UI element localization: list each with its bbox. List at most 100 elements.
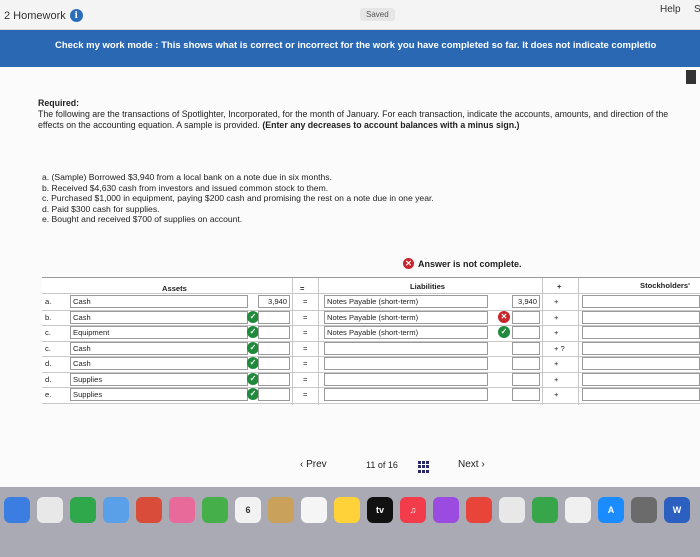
plus-sign: + [554, 374, 559, 384]
asset-amount-field[interactable] [258, 326, 290, 339]
header-equals: = [300, 284, 305, 293]
equals-sign: = [303, 328, 308, 337]
liability-account-field[interactable] [324, 341, 488, 355]
row-letter: b. [45, 312, 52, 322]
asset-account-field[interactable]: Equipment [70, 326, 248, 339]
asset-amount-field[interactable] [258, 310, 290, 324]
asset-account-field[interactable]: Supplies [70, 388, 248, 401]
asset-account-field[interactable]: Cash [70, 357, 248, 370]
equity-account-field[interactable] [582, 310, 700, 324]
app-icon-19[interactable]: A [598, 497, 624, 523]
liability-account-field[interactable]: Notes Payable (short-term) [324, 295, 488, 308]
page-indicator: 11 of 16 [366, 460, 398, 470]
app-icon-20[interactable] [631, 497, 657, 523]
liability-amount-field[interactable] [512, 310, 540, 324]
transaction-list: a. (Sample) Borrowed $3,940 from a local… [42, 172, 434, 225]
asset-amount-field[interactable]: 3,940 [258, 295, 290, 308]
app-icon-11[interactable] [334, 497, 360, 523]
plus-sign: + [554, 328, 559, 337]
asset-amount-field[interactable] [258, 357, 290, 370]
equity-account-field[interactable] [582, 326, 700, 339]
asset-account-field[interactable]: Cash [70, 295, 248, 308]
info-icon[interactable]: i [69, 9, 83, 22]
app-icon-13[interactable]: ♫ [400, 497, 426, 523]
equals-sign: = [303, 390, 308, 399]
required-title: Required: [38, 98, 80, 108]
banner-text: Check my work mode : This shows what is … [55, 40, 657, 51]
mac-dock: 6 tv ♫ A W [0, 487, 700, 557]
equals-sign: = [303, 359, 308, 368]
app-icon-17[interactable] [532, 497, 558, 523]
equity-account-field[interactable] [582, 372, 700, 386]
liability-account-field[interactable] [324, 388, 488, 401]
app-icon-6[interactable] [169, 497, 195, 523]
row-letter: a. [45, 297, 52, 306]
equals-sign: = [303, 374, 308, 384]
transaction-item: b. Received $4,630 cash from investors a… [42, 182, 329, 193]
app-icon-10[interactable] [301, 497, 327, 523]
app-icon-1[interactable] [4, 497, 30, 523]
liability-amount-field[interactable] [512, 357, 540, 370]
asset-amount-field[interactable] [258, 372, 290, 386]
prev-button[interactable]: ‹ Prev [300, 459, 327, 470]
equity-account-field[interactable] [582, 341, 700, 355]
asset-account-field[interactable]: Cash [70, 310, 248, 324]
equity-account-field[interactable] [582, 295, 700, 308]
grid-view-icon[interactable] [418, 461, 430, 473]
app-icon-8[interactable]: 6 [235, 497, 261, 523]
liability-account-field[interactable]: Notes Payable (short-term) [324, 326, 488, 339]
app-icon-3[interactable] [70, 497, 96, 523]
asset-account-field[interactable]: Cash [70, 341, 248, 355]
liability-amount-field[interactable] [512, 388, 540, 401]
prev-label[interactable]: Prev [306, 459, 327, 470]
homework-label[interactable]: 2 Homework [4, 10, 66, 22]
plus-sign: + [554, 297, 559, 306]
app-icon-7[interactable] [202, 497, 228, 523]
asset-amount-field[interactable] [258, 341, 290, 355]
app-icon-4[interactable] [103, 497, 129, 523]
answer-status-text: Answer is not complete. [418, 258, 522, 269]
header-divider [42, 293, 700, 294]
liability-account-field[interactable] [324, 357, 488, 370]
app-icon-9[interactable] [268, 497, 294, 523]
liability-amount-field[interactable] [512, 326, 540, 339]
equals-sign: = [303, 343, 308, 353]
app-icon-18[interactable] [565, 497, 591, 523]
app-icon-16[interactable] [499, 497, 525, 523]
asset-account-field[interactable]: Supplies [70, 372, 248, 386]
header-assets: Assets [162, 284, 187, 293]
top-bar: 2 Homework i Saved Help S [0, 0, 700, 30]
liability-account-field[interactable]: Notes Payable (short-term) [324, 310, 488, 324]
liability-amount-field[interactable]: 3,940 [512, 295, 540, 308]
next-label[interactable]: Next [458, 459, 479, 470]
extra-menu-label[interactable]: S [694, 4, 700, 15]
row-letter: e. [45, 390, 52, 399]
next-button[interactable]: Next › [458, 459, 485, 470]
equity-account-field[interactable] [582, 388, 700, 401]
app-icon-2[interactable] [37, 497, 63, 523]
check-work-banner: Check my work mode : This shows what is … [0, 30, 700, 67]
help-link[interactable]: Help [660, 4, 681, 15]
asset-amount-field[interactable] [258, 388, 290, 401]
app-icon-14[interactable] [433, 497, 459, 523]
equity-account-field[interactable] [582, 357, 700, 370]
app-icon-15[interactable] [466, 497, 492, 523]
homework-title[interactable]: 2 Homework i [4, 9, 83, 22]
answer-status: ✕ Answer is not complete. [403, 258, 522, 269]
liability-amount-field[interactable] [512, 341, 540, 355]
app-icon-12[interactable]: tv [367, 497, 393, 523]
plus-sign: + ? [554, 343, 565, 353]
equals-sign: = [303, 297, 308, 306]
required-instructions: Required: The following are the transact… [38, 98, 670, 131]
scroll-marker[interactable] [686, 70, 696, 84]
row-letter: c. [45, 343, 51, 353]
column-divider [292, 278, 293, 405]
app-icon-5[interactable] [136, 497, 162, 523]
row-letter: c. [45, 328, 51, 337]
plus-sign: + [554, 312, 559, 322]
liability-amount-field[interactable] [512, 372, 540, 386]
liability-account-field[interactable] [324, 372, 488, 386]
plus-sign: + [554, 390, 559, 399]
transaction-item: a. (Sample) Borrowed $3,940 from a local… [42, 172, 332, 182]
app-icon-21[interactable]: W [664, 497, 690, 523]
